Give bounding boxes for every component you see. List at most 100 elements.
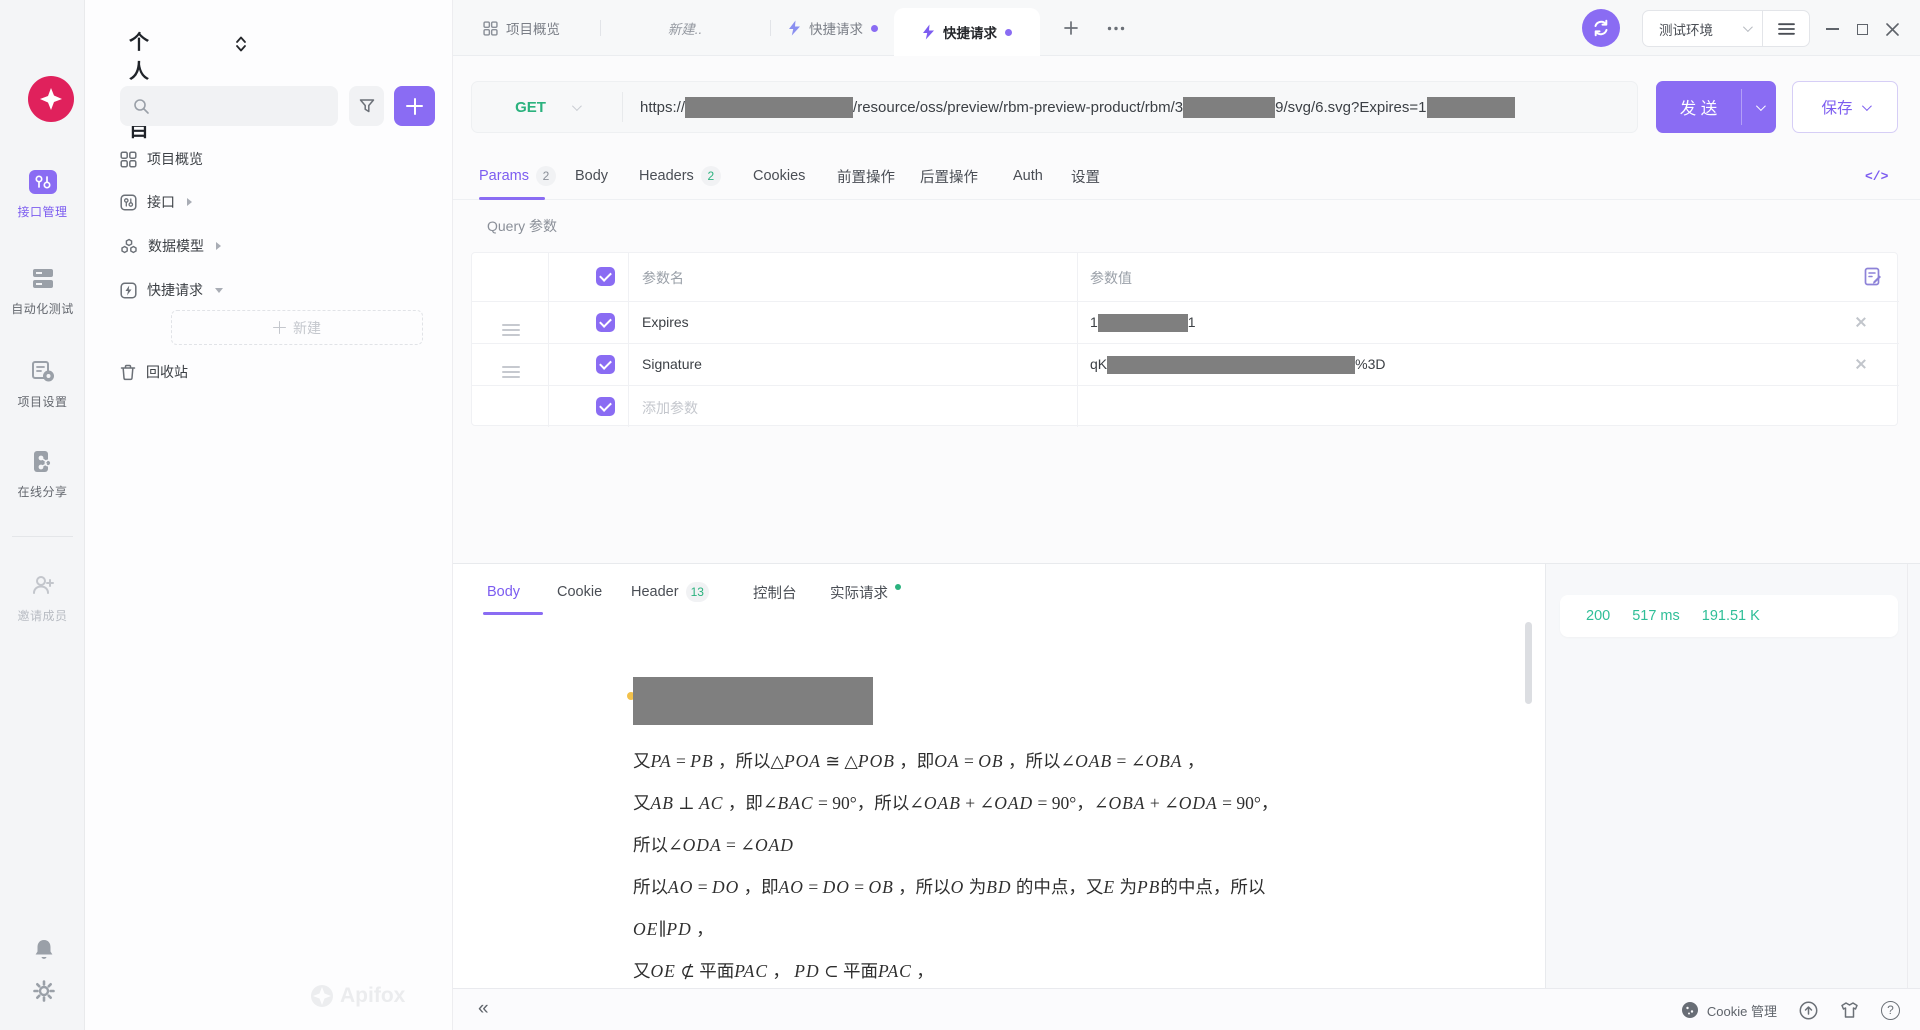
tab-quick-request-1[interactable]: 快捷请求 <box>770 0 896 56</box>
status-code: 200 <box>1586 608 1610 624</box>
response-body-preview: 又PA = PB ，所以△POA ≅ △POB ，即OA = OB ，所以∠OA… <box>453 618 1545 988</box>
add-param-placeholder[interactable]: 添加参数 <box>642 398 698 418</box>
theme-skin-button[interactable] <box>1840 1001 1859 1019</box>
url-input[interactable]: https:///resource/oss/preview/rbm-previe… <box>622 92 1637 122</box>
url-segment: /resource/oss/preview/rbm-preview-produc… <box>853 99 1183 116</box>
new-tab-button[interactable] <box>1056 14 1086 42</box>
menu-button[interactable] <box>1763 23 1809 35</box>
param-value[interactable]: qK%3D <box>1090 356 1385 374</box>
collapse-sidebar-button[interactable]: « <box>478 998 489 1020</box>
row-enabled-checkbox[interactable] <box>596 313 615 332</box>
help-button[interactable]: ? <box>1881 1001 1900 1020</box>
tab-actual-request[interactable]: 实际请求 <box>830 568 901 616</box>
tab-console[interactable]: 控制台 <box>753 568 797 616</box>
new-quick-request-button[interactable]: 新建 <box>171 310 423 345</box>
tab-response-header[interactable]: Header 13 <box>631 568 709 616</box>
send-options-button[interactable] <box>1742 81 1776 133</box>
tab-quick-request-2-active[interactable]: 快捷请求 <box>894 8 1040 56</box>
math-line: 又OE ⊄ 平面PAC ， PD ⊂ 平面PAC ， <box>633 958 1278 983</box>
activity-item-label: 项目设置 <box>0 393 85 410</box>
upload-button[interactable] <box>1799 1001 1818 1020</box>
panel-scrollbar-track <box>1907 564 1908 988</box>
unsaved-dot <box>1005 29 1012 36</box>
environment-selector[interactable]: 测试环境 <box>1642 10 1810 47</box>
more-tabs-button[interactable] <box>1101 14 1131 42</box>
activity-item-online-share[interactable]: 在线分享 <box>0 448 85 500</box>
tab-cookies[interactable]: Cookies <box>753 152 805 200</box>
param-name[interactable]: Signature <box>642 356 702 372</box>
window-maximize-button[interactable] <box>1851 18 1873 40</box>
apifox-logo[interactable] <box>28 76 74 122</box>
row-divider <box>472 343 1899 344</box>
save-button[interactable]: 保存 <box>1792 81 1898 133</box>
sidebar-item-data-model[interactable]: 数据模型 <box>120 233 221 259</box>
tab-label: Cookie <box>557 584 602 600</box>
response-body-lines: 又PA = PB ，所以△POA ≅ △POB ，即OA = OB ，所以∠OA… <box>633 748 1278 988</box>
response-scrollbar[interactable] <box>1525 622 1532 704</box>
redacted-content-block <box>633 677 873 725</box>
tab-settings[interactable]: 设置 <box>1071 152 1100 200</box>
api-module-icon <box>0 168 85 196</box>
app-settings-gear-icon[interactable] <box>33 980 55 1002</box>
request-url-bar: GET https:///resource/oss/preview/rbm-pr… <box>471 81 1638 133</box>
tab-response-cookie[interactable]: Cookie <box>557 568 602 616</box>
tab-new-draft[interactable]: 新建.. <box>600 0 770 56</box>
bulk-edit-icon[interactable] <box>1864 267 1882 286</box>
delete-row-button[interactable] <box>1853 314 1869 330</box>
notifications-bell-icon[interactable] <box>33 938 55 962</box>
param-name[interactable]: Expires <box>642 314 689 330</box>
send-button[interactable]: 发 送 <box>1656 81 1741 133</box>
tab-project-overview[interactable]: 项目概览 <box>465 0 578 56</box>
value-segment: 1 <box>1188 314 1196 330</box>
tab-auth[interactable]: Auth <box>1013 152 1043 200</box>
search-icon <box>133 98 150 115</box>
drag-handle[interactable] <box>502 363 520 381</box>
sync-button[interactable] <box>1582 9 1620 47</box>
activity-item-api-management[interactable]: 接口管理 <box>0 168 85 220</box>
math-line: 所以∠ODA = ∠OAD <box>633 832 1278 857</box>
row-enabled-checkbox[interactable] <box>596 397 615 416</box>
tab-label: 新建.. <box>668 18 703 38</box>
apifox-watermark: Apifox <box>310 984 405 1008</box>
minimize-icon <box>1826 28 1839 30</box>
activity-item-project-settings[interactable]: 项目设置 <box>0 358 85 410</box>
sidebar-item-label: 接口 <box>147 192 175 212</box>
send-button-group: 发 送 <box>1656 81 1776 133</box>
document-tabbar: 项目概览 新建.. 快捷请求 快捷请求 <box>453 0 1920 56</box>
column-header-name: 参数名 <box>642 268 684 288</box>
method-selector[interactable]: GET <box>472 99 622 116</box>
main-area: 项目概览 新建.. 快捷请求 快捷请求 <box>453 0 1920 1030</box>
filter-button[interactable] <box>349 86 384 126</box>
add-new-button[interactable] <box>394 86 435 126</box>
tab-headers[interactable]: Headers 2 <box>639 152 721 200</box>
redacted-url-expires <box>1427 97 1515 118</box>
window-close-button[interactable] <box>1881 18 1903 40</box>
tab-label: 实际请求 <box>830 582 888 603</box>
environment-label: 测试环境 <box>1659 19 1713 39</box>
sidebar-item-api[interactable]: 接口 <box>120 189 192 215</box>
tab-pre-ops[interactable]: 前置操作 <box>837 152 895 200</box>
row-enabled-checkbox[interactable] <box>596 355 615 374</box>
sidebar-item-quick-request[interactable]: 快捷请求 <box>120 277 223 303</box>
tab-post-ops[interactable]: 后置操作 <box>920 152 978 200</box>
select-all-checkbox[interactable] <box>596 267 615 286</box>
code-view-button[interactable]: </> <box>1865 152 1888 200</box>
delete-row-button[interactable] <box>1853 356 1869 372</box>
cookie-manager-button[interactable]: Cookie 管理 <box>1681 1001 1777 1020</box>
activity-divider <box>12 536 73 537</box>
sidebar-item-project-overview[interactable]: 项目概览 <box>120 146 203 172</box>
search-input[interactable] <box>120 86 338 126</box>
tab-label: 后置操作 <box>920 166 978 187</box>
sidebar-item-trash[interactable]: 回收站 <box>120 359 188 385</box>
drag-handle[interactable] <box>502 321 520 339</box>
trash-icon <box>120 364 136 381</box>
tab-body[interactable]: Body <box>575 152 608 200</box>
activity-item-automation-test[interactable]: 自动化测试 <box>0 265 85 317</box>
project-settings-icon <box>0 358 85 386</box>
tab-params[interactable]: Params 2 <box>479 152 556 200</box>
tab-response-body[interactable]: Body <box>487 568 520 616</box>
circle-up-arrow-icon <box>1799 1001 1818 1020</box>
window-minimize-button[interactable] <box>1821 18 1843 40</box>
param-value[interactable]: 11 <box>1090 314 1196 332</box>
activity-item-invite-member[interactable]: 邀请成员 <box>0 572 85 624</box>
